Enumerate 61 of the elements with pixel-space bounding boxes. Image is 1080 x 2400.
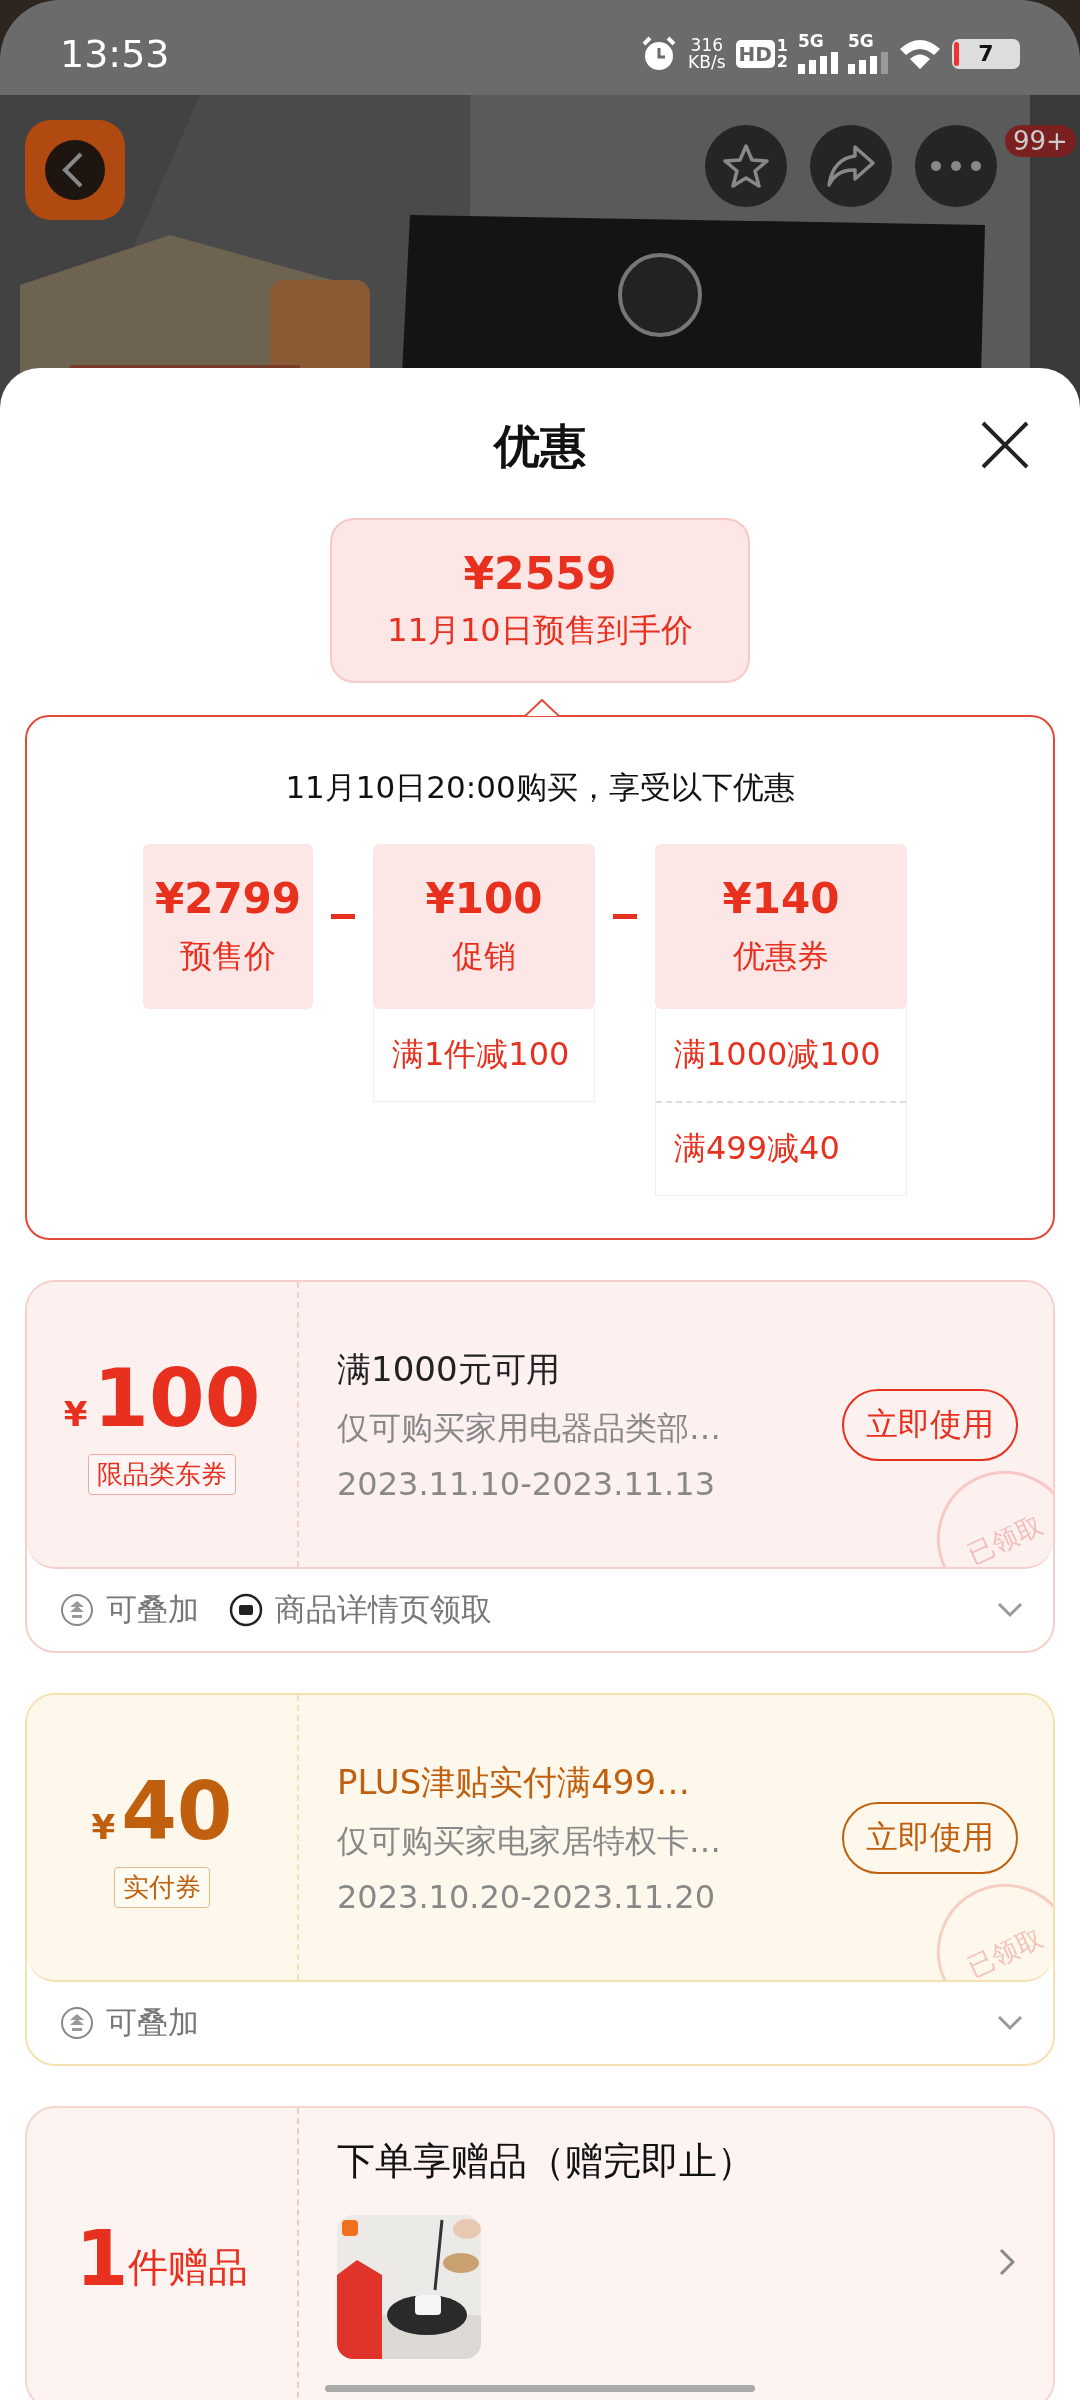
share-icon — [825, 143, 877, 189]
more-icon — [930, 160, 982, 172]
component-price: ¥140 — [722, 874, 840, 923]
gift-title: 下单享赠品（赠完即止） — [337, 2138, 755, 2185]
notification-badge: 99+ — [1005, 125, 1076, 157]
gift-card[interactable]: 1件赠品 下单享赠品（赠完即止） — [25, 2106, 1055, 2400]
sim-number: 2 — [776, 53, 788, 70]
minus-icon — [331, 914, 355, 919]
coupon-type-tag: 限品类东券 — [88, 1454, 236, 1495]
component-price: ¥2799 — [154, 874, 302, 923]
discount-rule: 满1000减100 — [673, 1034, 882, 1075]
coupon-validity: 2023.10.20-2023.11.20 — [337, 1877, 716, 1916]
net-unit: KB/s — [688, 53, 726, 71]
gift-count: 1 — [75, 2213, 129, 2303]
final-price-label: 11月10日预售到手价 — [387, 610, 693, 651]
coupon-amount: 40 — [121, 1767, 233, 1857]
star-icon — [721, 141, 771, 191]
sim-number: 1 — [776, 37, 788, 54]
back-icon — [45, 140, 105, 200]
back-button[interactable] — [25, 120, 125, 220]
coupon-feature: 可叠加 — [106, 2003, 199, 2042]
coupon-validity: 2023.11.10-2023.11.13 — [337, 1464, 716, 1503]
coupon-type-tag: 实付券 — [114, 1867, 210, 1908]
minus-icon — [613, 914, 637, 919]
hd-badge: HD — [735, 39, 775, 68]
coupon-amount: 100 — [93, 1354, 261, 1444]
battery-level: 7 — [978, 41, 994, 66]
component-label: 促销 — [452, 936, 516, 977]
coupon-description: 仅可购买家用电器品类部… — [337, 1407, 722, 1449]
network-type: 5G — [848, 33, 875, 50]
coupon-feature: 商品详情页领取 — [275, 1590, 492, 1629]
close-icon[interactable] — [980, 420, 1030, 470]
ticket-icon — [229, 1593, 263, 1627]
discount-heading: 11月10日20:00购买，享受以下优惠 — [285, 768, 795, 807]
currency-sign: ¥ — [91, 1807, 116, 1847]
chevron-right-icon — [999, 2248, 1015, 2276]
currency-sign: ¥ — [63, 1394, 88, 1434]
component-label: 预售价 — [180, 936, 276, 977]
expand-icon[interactable] — [997, 2015, 1023, 2031]
stack-icon — [60, 1593, 94, 1627]
signal-icon — [798, 50, 838, 74]
discount-rule: 满1件减100 — [391, 1034, 571, 1075]
network-type: 5G — [798, 33, 825, 50]
stack-icon — [60, 2006, 94, 2040]
coupon-feature: 可叠加 — [106, 1590, 199, 1629]
coupon-description: 仅可购买家电家居特权卡… — [337, 1820, 722, 1862]
component-label: 优惠券 — [733, 936, 829, 977]
component-price: ¥100 — [425, 874, 543, 923]
signal-icon — [848, 50, 888, 74]
final-price: ¥2559 — [463, 548, 617, 599]
net-speed: 316 — [690, 36, 724, 54]
battery-fill — [954, 41, 959, 66]
discount-rule: 满499减40 — [656, 1101, 906, 1195]
coupon-title: PLUS津贴实付满499… — [337, 1760, 692, 1804]
gift-unit: 件赠品 — [128, 2243, 249, 2292]
status-time: 13:53 — [60, 31, 170, 76]
sheet-title: 优惠 — [494, 418, 586, 475]
coupon-title: 满1000元可用 — [337, 1347, 561, 1391]
expand-icon[interactable] — [997, 1602, 1023, 1618]
use-now-button[interactable]: 立即使用 — [842, 1801, 1018, 1874]
use-now-button[interactable]: 立即使用 — [842, 1388, 1018, 1461]
